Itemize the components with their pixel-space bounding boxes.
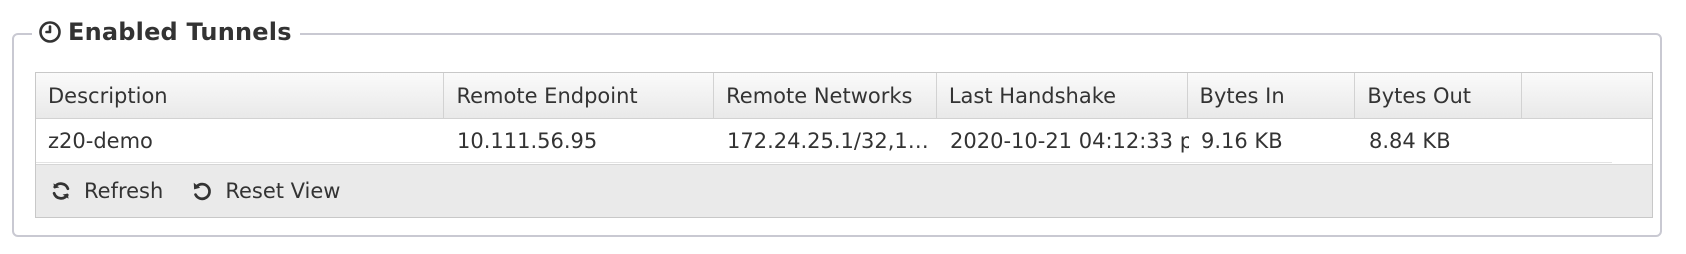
reset-view-button[interactable]: Reset View (191, 179, 340, 203)
tunnels-grid: Description Remote Endpoint Remote Netwo… (35, 72, 1653, 218)
cell-bytes-in: 9.16 KB (1201, 128, 1283, 153)
undo-icon (194, 182, 212, 201)
panel-title: Enabled Tunnels (68, 18, 292, 46)
column-header-remote-networks[interactable]: Remote Networks (714, 73, 937, 118)
cell-remote-endpoint: 10.111.56.95 (457, 128, 598, 153)
cell-last-handshake: 2020-10-21 04:12:33 pm (950, 128, 1189, 153)
table-row[interactable]: z20-demo 10.111.56.95 172.24.25.1/32,192… (36, 119, 1612, 163)
cell-bytes-out: 8.84 KB (1369, 128, 1451, 153)
column-header-bytes-out[interactable]: Bytes Out (1355, 73, 1523, 118)
cell-remote-networks: 172.24.25.1/32,192.... (715, 119, 938, 162)
table-header: Description Remote Endpoint Remote Netwo… (36, 73, 1652, 119)
column-header-bytes-in[interactable]: Bytes In (1188, 73, 1356, 118)
clock-icon (38, 20, 62, 44)
cell-description: z20-demo (48, 128, 153, 153)
reset-view-label: Reset View (225, 179, 341, 203)
column-header-spacer (1522, 73, 1652, 118)
panel-legend: Enabled Tunnels (32, 12, 300, 52)
column-header-description[interactable]: Description (36, 73, 445, 118)
remote-networks-text: 172.24.25.1/32,192.... (727, 128, 938, 153)
refresh-button[interactable]: Refresh (50, 179, 163, 203)
grid-toolbar: Refresh Reset View (36, 164, 1652, 217)
column-header-last-handshake[interactable]: Last Handshake (937, 73, 1188, 118)
refresh-label: Refresh (84, 179, 164, 203)
refresh-icon (52, 182, 70, 200)
column-header-remote-endpoint[interactable]: Remote Endpoint (444, 73, 715, 118)
